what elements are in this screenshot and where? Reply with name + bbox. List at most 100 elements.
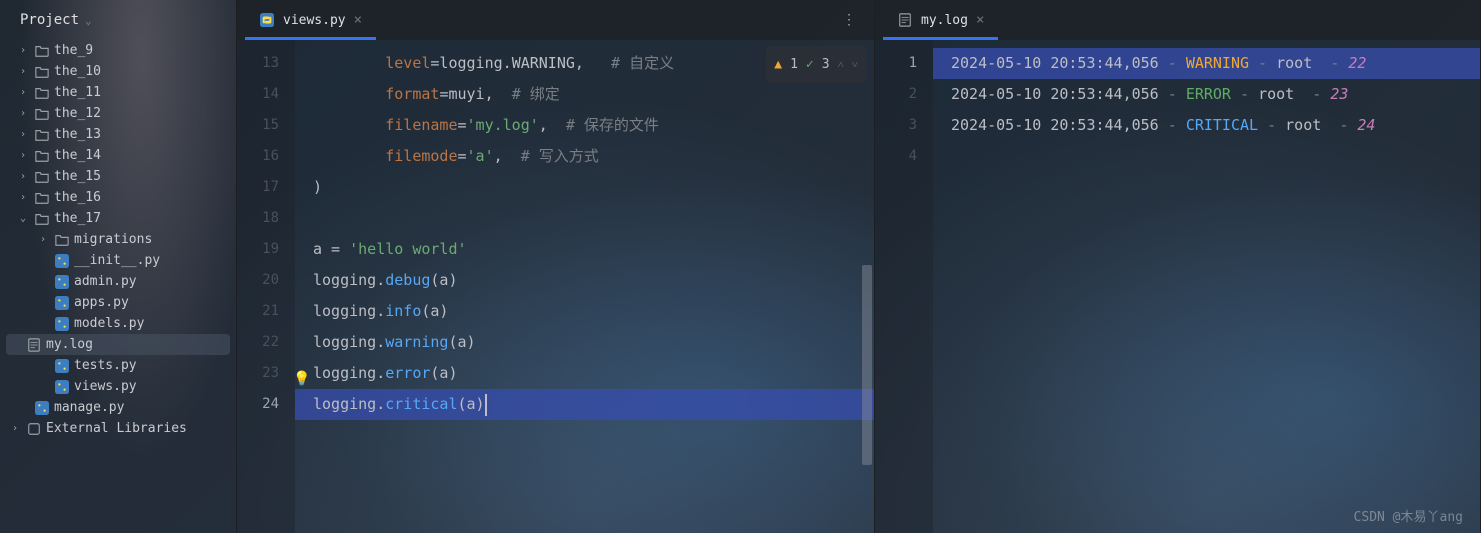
folder-icon	[34, 212, 50, 226]
tree-item-manage-py[interactable]: manage.py	[0, 397, 236, 418]
expand-arrow-icon[interactable]: ›	[8, 423, 22, 434]
line-number[interactable]: 2	[875, 79, 917, 110]
expand-arrow-icon[interactable]: ›	[16, 45, 30, 56]
code-line[interactable]: logging.info(a)	[295, 296, 874, 327]
expand-arrow-icon[interactable]: ›	[16, 192, 30, 203]
python-icon	[54, 317, 70, 331]
line-number[interactable]: 3	[875, 110, 917, 141]
expand-arrow-icon[interactable]: ›	[16, 87, 30, 98]
folder-icon	[34, 65, 50, 79]
line-number[interactable]: 18	[237, 203, 279, 234]
line-number[interactable]: 23	[237, 358, 279, 389]
python-icon	[34, 401, 50, 415]
expand-arrow-icon[interactable]: ›	[16, 108, 30, 119]
line-number[interactable]: 24	[237, 389, 279, 420]
code-line[interactable]: a = 'hello world'	[295, 234, 874, 265]
code-line[interactable]: filemode='a', # 写入方式	[295, 141, 874, 172]
text-icon	[26, 338, 42, 352]
editor-tabs-left: views.py × ⋮	[237, 0, 874, 40]
expand-arrow-icon[interactable]: ⌄	[16, 213, 30, 224]
more-menu-icon[interactable]: ⋮	[832, 12, 866, 28]
tree-item-admin-py[interactable]: admin.py	[0, 271, 236, 292]
code-line[interactable]: format=muyi, # 绑定	[295, 79, 874, 110]
expand-arrow-icon[interactable]: ›	[16, 171, 30, 182]
editor-gutter[interactable]: 131415161718192021222324	[237, 40, 295, 533]
editor-gutter[interactable]: 1234	[875, 40, 933, 533]
tree-item-label: apps.py	[74, 295, 129, 310]
tree-item--init-py[interactable]: __init__.py	[0, 250, 236, 271]
tree-item-label: models.py	[74, 316, 144, 331]
editor-body[interactable]: ▲ 1 ✓ 3 ˄ ˅ level=logging.WARNING, # 自定义…	[295, 40, 874, 533]
tree-item-the-16[interactable]: ›the_16	[0, 187, 236, 208]
line-number[interactable]: 4	[875, 141, 917, 172]
tree-item-label: __init__.py	[74, 253, 160, 268]
tree-item-migrations[interactable]: ›migrations	[0, 229, 236, 250]
tree-item-the-14[interactable]: ›the_14	[0, 145, 236, 166]
tree-item-tests-py[interactable]: tests.py	[0, 355, 236, 376]
tree-item-the-9[interactable]: ›the_9	[0, 40, 236, 61]
project-tool-header[interactable]: Project ⌄	[0, 0, 236, 40]
line-number[interactable]: 15	[237, 110, 279, 141]
tree-item-label: External Libraries	[46, 421, 187, 436]
code-line[interactable]	[295, 203, 874, 234]
tree-item-apps-py[interactable]: apps.py	[0, 292, 236, 313]
warning-icon: ▲	[774, 49, 782, 80]
log-line[interactable]: 2024-05-10 20:53:44,056 - ERROR - root -…	[933, 79, 1480, 110]
close-icon[interactable]: ×	[354, 12, 362, 28]
prev-highlight-icon[interactable]: ˄	[838, 49, 844, 80]
scrollbar-thumb[interactable]	[862, 265, 872, 465]
log-line[interactable]: 2024-05-10 20:53:44,056 - CRITICAL - roo…	[933, 110, 1480, 141]
line-number[interactable]: 19	[237, 234, 279, 265]
tree-item-label: the_15	[54, 169, 101, 184]
tree-item-label: the_11	[54, 85, 101, 100]
next-highlight-icon[interactable]: ˅	[852, 49, 858, 80]
line-number[interactable]: 16	[237, 141, 279, 172]
log-line[interactable]	[933, 141, 1480, 172]
code-line[interactable]: filename='my.log', # 保存的文件	[295, 110, 874, 141]
tree-item-the-11[interactable]: › the_11	[0, 82, 236, 103]
code-line[interactable]: logging.critical(a)	[295, 389, 874, 420]
log-line[interactable]: 2024-05-10 20:53:44,056 - WARNING - root…	[933, 48, 1480, 79]
tree-item-the-12[interactable]: ›the_12	[0, 103, 236, 124]
tree-item-views-py[interactable]: views.py	[0, 376, 236, 397]
line-number[interactable]: 20	[237, 265, 279, 296]
close-icon[interactable]: ×	[976, 12, 984, 28]
line-number[interactable]: 13	[237, 48, 279, 79]
line-number[interactable]: 14	[237, 79, 279, 110]
code-line[interactable]: logging.warning(a)	[295, 327, 874, 358]
expand-arrow-icon[interactable]: ›	[16, 129, 30, 140]
watermark: CSDN @木易丫ang	[1354, 506, 1463, 525]
expand-arrow-icon[interactable]: ›	[16, 150, 30, 161]
tree-item-the-13[interactable]: ›the_13	[0, 124, 236, 145]
project-tree[interactable]: ›the_9›the_10›the_11›the_12›the_13›the_1…	[0, 40, 236, 533]
tree-item-external-libraries[interactable]: › External Libraries	[0, 418, 236, 439]
tree-item-models-py[interactable]: models.py	[0, 313, 236, 334]
line-number[interactable]: 17	[237, 172, 279, 203]
tree-item-the-17[interactable]: ⌄the_17	[0, 208, 236, 229]
log-timestamp: 2024-05-10 20:53:44,056	[951, 48, 1159, 79]
line-number[interactable]: 22	[237, 327, 279, 358]
ok-count: 3	[822, 49, 830, 80]
tab-label: views.py	[283, 13, 346, 28]
project-sidebar: Project ⌄ ›the_9›the_10›the_11›the_12›th…	[0, 0, 237, 533]
line-number[interactable]: 21	[237, 296, 279, 327]
editor-tabs-right: my.log ×	[875, 0, 1480, 40]
code-line[interactable]: logging.debug(a)	[295, 265, 874, 296]
code-line[interactable]: logging.error(a)💡	[295, 358, 874, 389]
lib-icon	[26, 422, 42, 436]
expand-arrow-icon[interactable]: ›	[36, 234, 50, 245]
folder-icon	[34, 107, 50, 121]
tree-item-the-10[interactable]: ›the_10	[0, 61, 236, 82]
code-line[interactable]: )	[295, 172, 874, 203]
line-number[interactable]: 1	[875, 48, 917, 79]
expand-arrow-icon[interactable]: ›	[16, 66, 30, 77]
log-level: WARNING	[1186, 48, 1249, 79]
tab-views-py[interactable]: views.py ×	[245, 0, 376, 40]
python-icon	[54, 254, 70, 268]
log-level: CRITICAL	[1186, 110, 1258, 141]
tree-item-the-15[interactable]: › the_15	[0, 166, 236, 187]
tab-my-log[interactable]: my.log ×	[883, 0, 998, 40]
inspection-widget[interactable]: ▲ 1 ✓ 3 ˄ ˅	[766, 46, 866, 83]
log-body[interactable]: 2024-05-10 20:53:44,056 - WARNING - root…	[933, 40, 1480, 533]
tree-item-my-log[interactable]: my.log	[6, 334, 230, 355]
